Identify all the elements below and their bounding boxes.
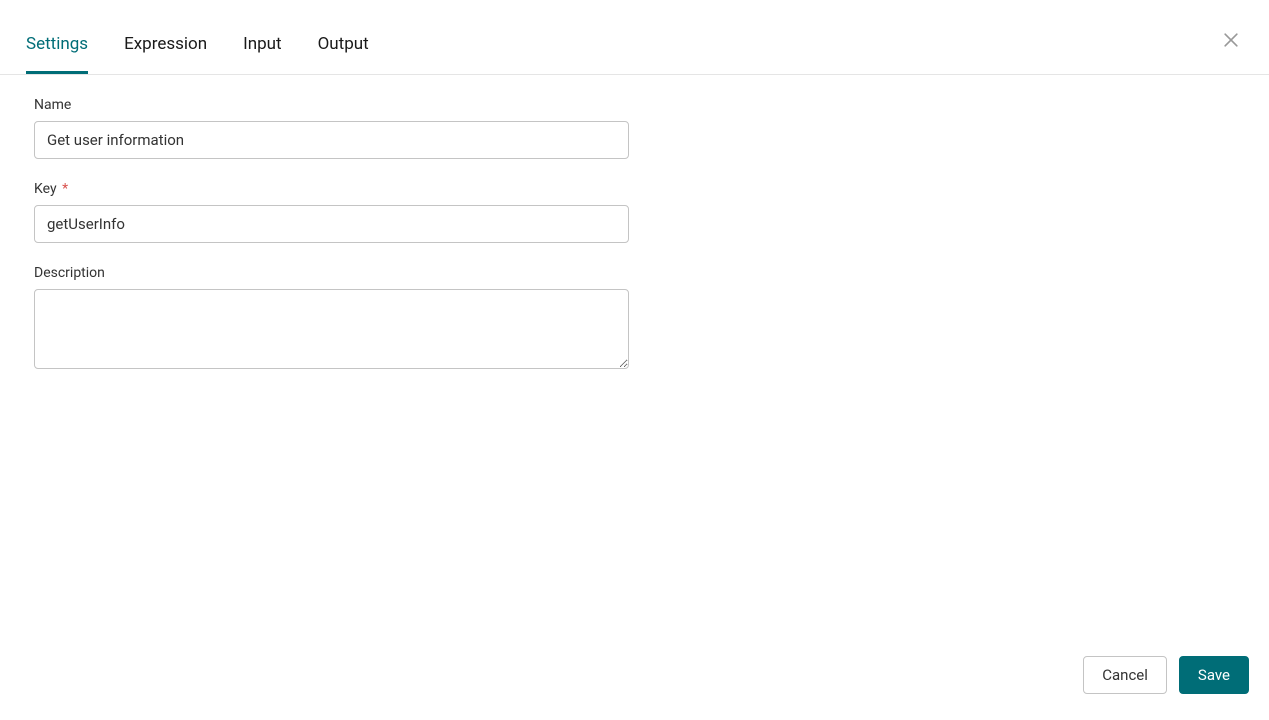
settings-form: Name Key * Description <box>0 75 660 417</box>
key-input[interactable] <box>34 205 629 243</box>
key-label: Key * <box>34 181 626 197</box>
tab-output[interactable]: Output <box>318 33 369 74</box>
description-textarea[interactable] <box>34 289 629 369</box>
description-group: Description <box>34 265 626 373</box>
name-input[interactable] <box>34 121 629 159</box>
close-button[interactable] <box>1219 28 1243 52</box>
key-label-text: Key <box>34 181 57 197</box>
description-label: Description <box>34 265 626 281</box>
dialog-header: Settings Expression Input Output <box>0 0 1269 75</box>
tab-settings[interactable]: Settings <box>26 33 88 74</box>
tab-list: Settings Expression Input Output <box>20 0 369 74</box>
close-icon <box>1221 30 1241 50</box>
save-button[interactable]: Save <box>1179 656 1249 694</box>
tab-input[interactable]: Input <box>243 33 282 74</box>
tab-expression[interactable]: Expression <box>124 33 207 74</box>
name-group: Name <box>34 97 626 159</box>
key-group: Key * <box>34 181 626 243</box>
dialog-footer: Cancel Save <box>1083 656 1249 694</box>
description-label-text: Description <box>34 265 105 281</box>
name-label: Name <box>34 97 626 113</box>
cancel-button[interactable]: Cancel <box>1083 656 1167 694</box>
name-label-text: Name <box>34 97 71 113</box>
required-indicator: * <box>62 181 68 197</box>
